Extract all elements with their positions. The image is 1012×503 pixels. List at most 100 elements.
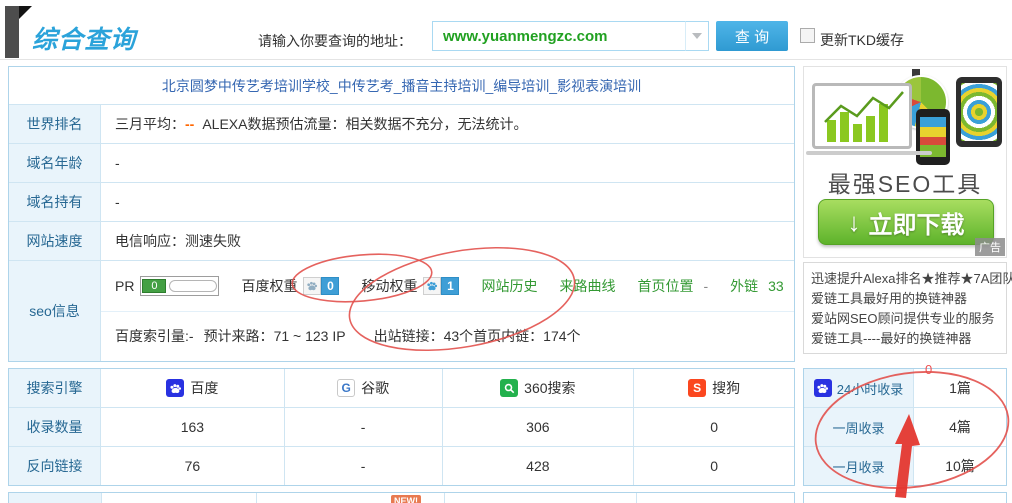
inclusion-zero-superscript: 0 xyxy=(925,362,932,377)
ad-tag: 广告 xyxy=(975,238,1005,256)
home-position-link[interactable]: 首页位置 xyxy=(637,276,693,296)
backlinks-google: - xyxy=(285,447,443,485)
engines-header-row: 搜索引擎 百度 G 谷歌 360搜索 S 搜狗 xyxy=(9,369,794,408)
engine-sogou[interactable]: S 搜狗 xyxy=(634,369,794,407)
baidu-weight-badge[interactable]: 0 xyxy=(303,277,339,295)
down-arrow-icon: ↓ xyxy=(848,207,861,238)
page-title: 综合查询 xyxy=(32,20,136,56)
tkd-cache-checkbox[interactable] xyxy=(800,28,815,43)
table-row: 世界排名 三月平均： -- ALEXA数据预估流量：相关数据不充分，无法统计。 xyxy=(9,105,794,144)
engine-name: 搜狗 xyxy=(712,378,740,398)
pr-bar: 0 xyxy=(140,276,219,296)
360-search-icon xyxy=(500,379,518,397)
table-row: 24小时收录 1篇 xyxy=(804,369,1006,408)
address-input[interactable] xyxy=(432,21,685,51)
index-count-sogou[interactable]: 0 xyxy=(634,408,794,446)
inclusion-week-value[interactable]: 4篇 xyxy=(914,408,1006,446)
google-icon: G xyxy=(337,379,355,397)
outbound-value: 43个 xyxy=(444,326,474,346)
query-button[interactable]: 查 询 xyxy=(716,21,788,51)
mobile-weight-label: 移动权重 xyxy=(361,276,417,296)
row-label-index-count: 收录数量 xyxy=(9,408,101,446)
mobile-weight-badge[interactable]: 1 xyxy=(423,277,459,295)
engine-name: 360搜索 xyxy=(524,378,575,398)
phone-illustration xyxy=(916,109,950,165)
fold-bar-decoration xyxy=(5,6,19,58)
baidu-weight-value: 0 xyxy=(321,277,339,295)
baidu-paw-icon xyxy=(814,379,832,397)
column-divider xyxy=(636,493,637,503)
seo-tool-ad[interactable]: 最强SEO工具 ↓ 立即下载 广告 xyxy=(803,66,1007,258)
download-now-label: 立即下载 xyxy=(869,205,965,240)
site-title-link[interactable]: 北京圆梦中传艺考培训学校_中传艺考_播音主持培训_编导培训_影视表演培训 xyxy=(162,76,641,96)
download-now-button[interactable]: ↓ 立即下载 xyxy=(818,199,994,245)
inner-links-label: 首页内链： xyxy=(473,326,543,346)
column-divider xyxy=(444,493,445,503)
index-count-360[interactable]: 306 xyxy=(443,408,635,446)
promo-links-box: 迅速提升Alexa排名★推荐★7A团队 爱链工具最好用的换链神器 爱站网SEO顾… xyxy=(803,262,1007,354)
baidu-icon xyxy=(166,379,184,397)
pr-track xyxy=(169,280,217,292)
new-badge: NEW! xyxy=(391,495,421,503)
header-divider xyxy=(0,59,1012,60)
backlinks-baidu[interactable]: 76 xyxy=(101,447,285,485)
laptop-base xyxy=(806,151,932,155)
promo-link[interactable]: 迅速提升Alexa排名★推荐★7A团队 xyxy=(811,269,999,289)
engine-name: 谷歌 xyxy=(361,378,389,398)
outlink-value[interactable]: 33 xyxy=(768,278,784,294)
world-rank-suffix: ALEXA数据预估流量：相关数据不充分，无法统计。 xyxy=(202,114,527,134)
address-dropdown-toggle[interactable] xyxy=(685,21,709,51)
mobile-weight-value: 1 xyxy=(441,277,459,295)
ad-title: 最强SEO工具 xyxy=(804,165,1006,199)
next-panel-partial xyxy=(803,492,1007,503)
row-label-domain-hold: 域名持有 xyxy=(9,183,101,221)
seo-line-2: 百度索引量:- 预计来路： 71 ~ 123 IP 出站链接： 43个 首页内链… xyxy=(101,311,794,362)
pr-value: 0 xyxy=(142,279,166,293)
promo-link[interactable]: 爱链工具最好用的换链神器 xyxy=(811,289,999,309)
laptop-chart-illustration xyxy=(812,83,912,149)
paw-icon xyxy=(303,277,321,295)
engines-table: 搜索引擎 百度 G 谷歌 360搜索 S 搜狗 xyxy=(8,368,795,486)
visits-label: 预计来路： xyxy=(204,326,274,346)
engine-name: 百度 xyxy=(190,378,218,398)
inclusion-month-value[interactable]: 10篇 xyxy=(914,447,1006,485)
backlinks-360[interactable]: 428 xyxy=(443,447,635,485)
inclusion-24h-label[interactable]: 24小时收录 xyxy=(804,369,914,407)
traffic-curve-link[interactable]: 来路曲线 xyxy=(559,276,615,296)
table-row: 收录数量 163 - 306 0 xyxy=(9,408,794,447)
overview-table: 北京圆梦中传艺考培训学校_中传艺考_播音主持培训_编导培训_影视表演培训 世界排… xyxy=(8,66,795,362)
fold-corner-triangle xyxy=(19,6,32,19)
inclusion-24h-text: 24小时收录 xyxy=(837,379,903,398)
world-rank-value: 三月平均： -- ALEXA数据预估流量：相关数据不充分，无法统计。 xyxy=(101,105,794,143)
baidu-index-text: 百度索引量:- xyxy=(115,326,194,346)
engine-google[interactable]: G 谷歌 xyxy=(285,369,443,407)
column-divider xyxy=(256,493,257,503)
seo-info-row: seo信息 PR 0 百度权重 0 移动权重 xyxy=(9,261,794,361)
world-rank-prefix: 三月平均： xyxy=(115,114,185,134)
home-position-value: - xyxy=(703,278,708,294)
engine-360[interactable]: 360搜索 xyxy=(443,369,635,407)
baidu-weight-label: 百度权重 xyxy=(241,276,297,296)
site-history-link[interactable]: 网站历史 xyxy=(481,276,537,296)
row-label-search-engines: 搜索引擎 xyxy=(9,369,101,407)
address-input-label: 请输入你要查询的地址： xyxy=(258,31,412,51)
inclusion-week-label[interactable]: 一周收录 xyxy=(804,408,914,446)
promo-link[interactable]: 爱站网SEO顾问提供专业的服务 xyxy=(811,309,999,329)
pr-label: PR xyxy=(115,278,134,294)
table-row: 一月收录 10篇 xyxy=(804,447,1006,485)
next-table-partial: NEW! xyxy=(8,492,795,503)
outlink-label[interactable]: 外链 xyxy=(730,276,758,296)
row-label-domain-age: 域名年龄 xyxy=(9,144,101,182)
backlinks-sogou[interactable]: 0 xyxy=(634,447,794,485)
domain-hold-value: - xyxy=(101,183,794,221)
chevron-down-icon xyxy=(692,33,702,39)
index-count-baidu[interactable]: 163 xyxy=(101,408,285,446)
tkd-cache-label: 更新TKD缓存 xyxy=(820,30,904,50)
table-row: 域名年龄 - xyxy=(9,144,794,183)
seo-info-content: PR 0 百度权重 0 移动权重 xyxy=(101,261,794,361)
inclusion-panel: 24小时收录 1篇 一周收录 4篇 一月收录 10篇 xyxy=(803,368,1007,486)
inclusion-month-label[interactable]: 一月收录 xyxy=(804,447,914,485)
engine-baidu[interactable]: 百度 xyxy=(101,369,285,407)
promo-link[interactable]: 爱链工具----最好的换链神器 xyxy=(811,329,999,349)
seo-tool-ad-illustration xyxy=(804,67,1008,163)
